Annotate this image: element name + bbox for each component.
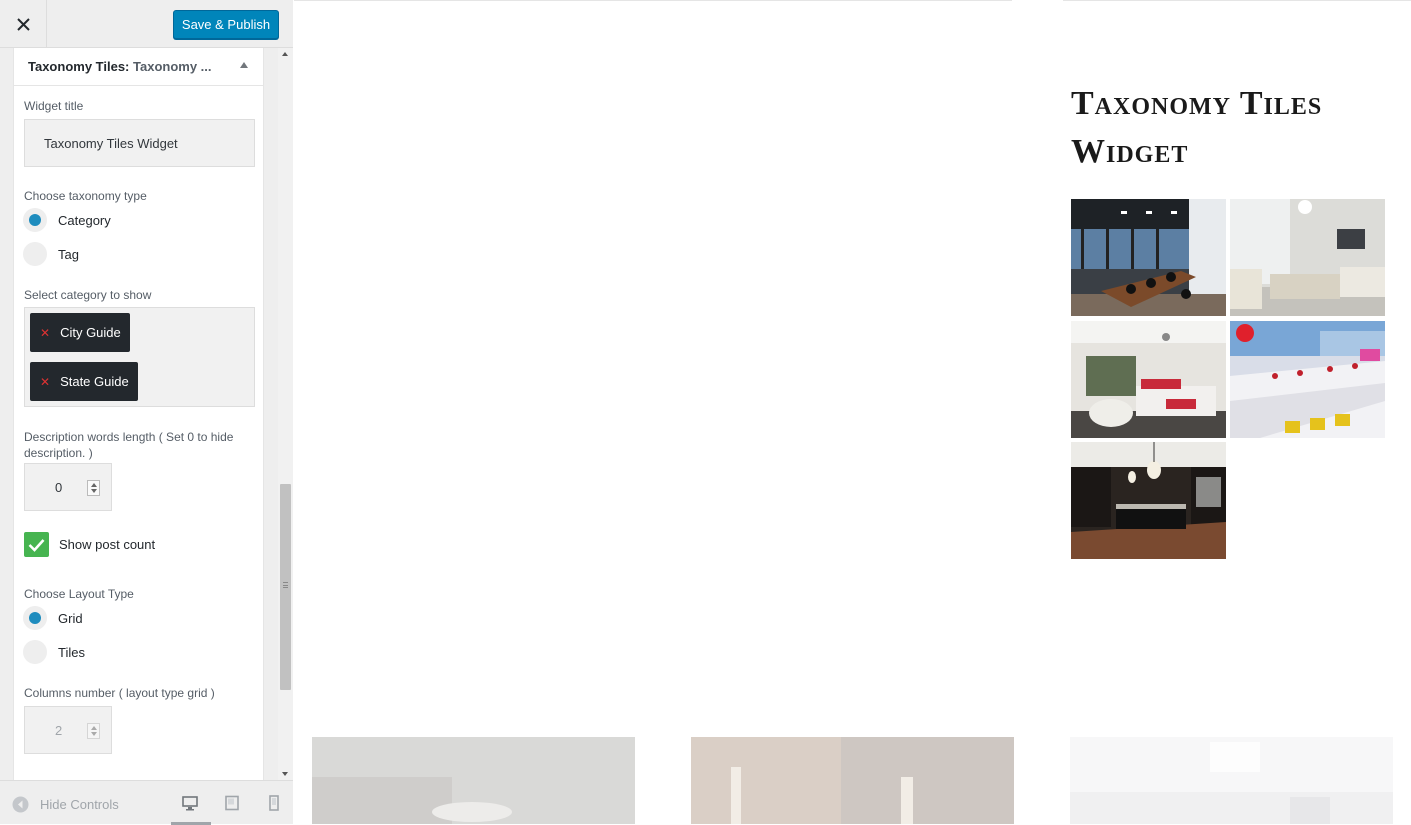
widget-header[interactable]: Taxonomy Tiles: Taxonomy ... bbox=[13, 48, 264, 86]
show-post-count-checkbox[interactable] bbox=[24, 532, 49, 557]
radio-label: Tag bbox=[58, 246, 79, 262]
taxonomy-radio-tag[interactable]: Tag bbox=[23, 242, 79, 266]
chip-label: City Guide bbox=[60, 325, 121, 340]
save-publish-button[interactable]: Save & Publish bbox=[173, 10, 279, 39]
customizer-header: Save & Publish bbox=[0, 0, 293, 48]
taxonomy-type-label: Choose taxonomy type bbox=[24, 189, 147, 203]
description-length-label: Description words length ( Set 0 to hide… bbox=[24, 430, 234, 460]
desktop-preview-icon[interactable] bbox=[182, 795, 198, 811]
stepper-arrows-icon[interactable] bbox=[87, 480, 100, 496]
living-room-image[interactable] bbox=[1230, 199, 1385, 316]
remove-icon[interactable]: ✕ bbox=[40, 375, 50, 389]
mobile-preview-icon[interactable] bbox=[266, 795, 282, 811]
description-length-stepper[interactable]: 0 bbox=[24, 463, 112, 511]
post-card-art bbox=[1070, 737, 1393, 824]
kitchen-image[interactable] bbox=[1071, 442, 1226, 559]
radio-button[interactable] bbox=[23, 606, 47, 630]
post-card-image[interactable] bbox=[312, 737, 635, 824]
dining-room-image-art bbox=[1230, 321, 1385, 438]
category-chip[interactable]: ✕ State Guide bbox=[30, 362, 138, 401]
kitchen-image-art bbox=[1071, 442, 1226, 559]
tablet-preview-icon[interactable] bbox=[224, 795, 240, 811]
taxonomy-radio-category[interactable]: Category bbox=[23, 208, 111, 232]
hide-controls-button[interactable]: Hide Controls bbox=[12, 796, 119, 813]
chip-label: State Guide bbox=[60, 374, 129, 389]
close-icon bbox=[16, 17, 30, 31]
radio-button[interactable] bbox=[23, 242, 47, 266]
conference-room-image[interactable] bbox=[1071, 199, 1226, 316]
stepper-arrows-icon[interactable] bbox=[87, 723, 100, 739]
customizer-footer: Hide Controls bbox=[0, 780, 293, 825]
widget-form: Widget title Taxonomy Tiles Widget Choos… bbox=[13, 86, 264, 780]
stepper-value: 0 bbox=[55, 480, 63, 495]
stepper-value: 2 bbox=[55, 723, 63, 738]
radio-label: Category bbox=[58, 212, 111, 228]
bedroom-image-art bbox=[1071, 321, 1226, 438]
columns-number-stepper[interactable]: 2 bbox=[24, 706, 112, 754]
radio-button[interactable] bbox=[23, 208, 47, 232]
customizer-sidebar: Save & Publish Taxonomy Tiles: Taxonomy … bbox=[0, 0, 293, 825]
checkmark-icon bbox=[28, 538, 45, 552]
layout-radio-tiles[interactable]: Tiles bbox=[23, 640, 85, 664]
scroll-up-icon[interactable] bbox=[282, 52, 288, 56]
show-post-count-checkbox-row[interactable]: Show post count bbox=[24, 532, 155, 557]
bedroom-image[interactable] bbox=[1071, 321, 1226, 438]
post-card-image[interactable] bbox=[1070, 737, 1393, 824]
sidebar-scrollbar[interactable] bbox=[278, 48, 293, 780]
layout-type-label: Choose Layout Type bbox=[24, 587, 134, 601]
show-post-count-label: Show post count bbox=[59, 537, 156, 552]
hide-controls-label: Hide Controls bbox=[40, 797, 119, 812]
widget-title-label: Widget title bbox=[24, 99, 84, 113]
post-card-image[interactable] bbox=[691, 737, 1014, 824]
select-category-label: Select category to show bbox=[24, 288, 152, 302]
dining-room-image[interactable] bbox=[1230, 321, 1385, 438]
radio-label: Tiles bbox=[58, 644, 85, 660]
post-card-art bbox=[691, 737, 1014, 824]
columns-number-label: Columns number ( layout type grid ) bbox=[24, 686, 215, 700]
conference-room-image-art bbox=[1071, 199, 1226, 316]
widget-header-title: Taxonomy Tiles: Taxonomy ... bbox=[28, 59, 212, 74]
category-multiselect[interactable]: ✕ City Guide ✕ State Guide bbox=[24, 307, 255, 407]
collapse-arrow-left-icon bbox=[12, 796, 29, 813]
collapse-arrow-icon[interactable] bbox=[240, 62, 248, 68]
widget-header-title-bold: Taxonomy Tiles: bbox=[28, 59, 130, 74]
living-room-image-art bbox=[1230, 199, 1385, 316]
category-chip[interactable]: ✕ City Guide bbox=[30, 313, 130, 352]
remove-icon[interactable]: ✕ bbox=[40, 326, 50, 340]
widget-title-input[interactable]: Taxonomy Tiles Widget bbox=[24, 119, 255, 167]
radio-button[interactable] bbox=[23, 640, 47, 664]
post-card-art bbox=[312, 737, 635, 824]
close-customizer-button[interactable] bbox=[0, 0, 47, 48]
widget-header-title-rest: Taxonomy ... bbox=[129, 59, 212, 74]
radio-label: Grid bbox=[58, 610, 83, 626]
scroll-down-icon[interactable] bbox=[282, 772, 288, 776]
site-preview: Taxonomy Tiles Widget bbox=[294, 0, 1411, 824]
controls-panel: Taxonomy Tiles: Taxonomy ... Widget titl… bbox=[0, 48, 278, 780]
grip-icon bbox=[283, 582, 288, 588]
divider bbox=[1063, 0, 1411, 1]
divider bbox=[294, 0, 1012, 1]
preview-widget-title: Taxonomy Tiles Widget bbox=[1071, 85, 1323, 170]
scrollbar-thumb[interactable] bbox=[280, 484, 291, 690]
layout-radio-grid[interactable]: Grid bbox=[23, 606, 83, 630]
